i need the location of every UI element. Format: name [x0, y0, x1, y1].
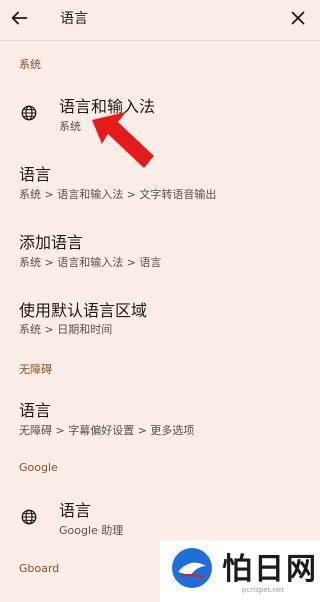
result-title: 使用默认语言区域: [19, 301, 148, 320]
close-icon[interactable]: [287, 7, 309, 29]
top-bar: 语言: [0, 0, 320, 40]
watermark-url: pcrispet.net: [242, 586, 284, 594]
watermark-logo-icon: [172, 548, 212, 588]
result-title: 语言: [19, 401, 52, 420]
red-arrow-annotation: [92, 112, 154, 168]
result-subtitle: 系统: [59, 120, 81, 133]
result-subtitle: 系统 > 语言和输入法 > 文字转语音输出: [19, 188, 217, 201]
result-title: 添加语言: [19, 233, 84, 252]
section-header-google: Google: [19, 461, 58, 474]
result-subtitle: 系统 > 语言和输入法 > 语言: [19, 256, 162, 269]
section-header-accessibility: 无障碍: [19, 363, 52, 376]
result-title: 语言: [59, 501, 92, 520]
section-header-gboard: Gboard: [19, 562, 60, 575]
search-query-text[interactable]: 语言: [60, 8, 88, 28]
result-subtitle: 系统 > 日期和时间: [19, 323, 113, 336]
top-divider: [0, 40, 320, 41]
watermark-text: 怕日网: [222, 552, 318, 587]
back-arrow-icon[interactable]: [8, 7, 30, 29]
result-title: 语言: [19, 165, 52, 184]
globe-icon: [21, 105, 37, 121]
result-subtitle: 无障碍 > 字幕偏好设置 > 更多选项: [19, 424, 195, 437]
globe-icon: [21, 509, 37, 525]
watermark: 怕日网 pcrispet.net: [160, 540, 320, 602]
result-subtitle: Google 助理: [59, 524, 124, 537]
section-header-system: 系统: [19, 58, 41, 71]
